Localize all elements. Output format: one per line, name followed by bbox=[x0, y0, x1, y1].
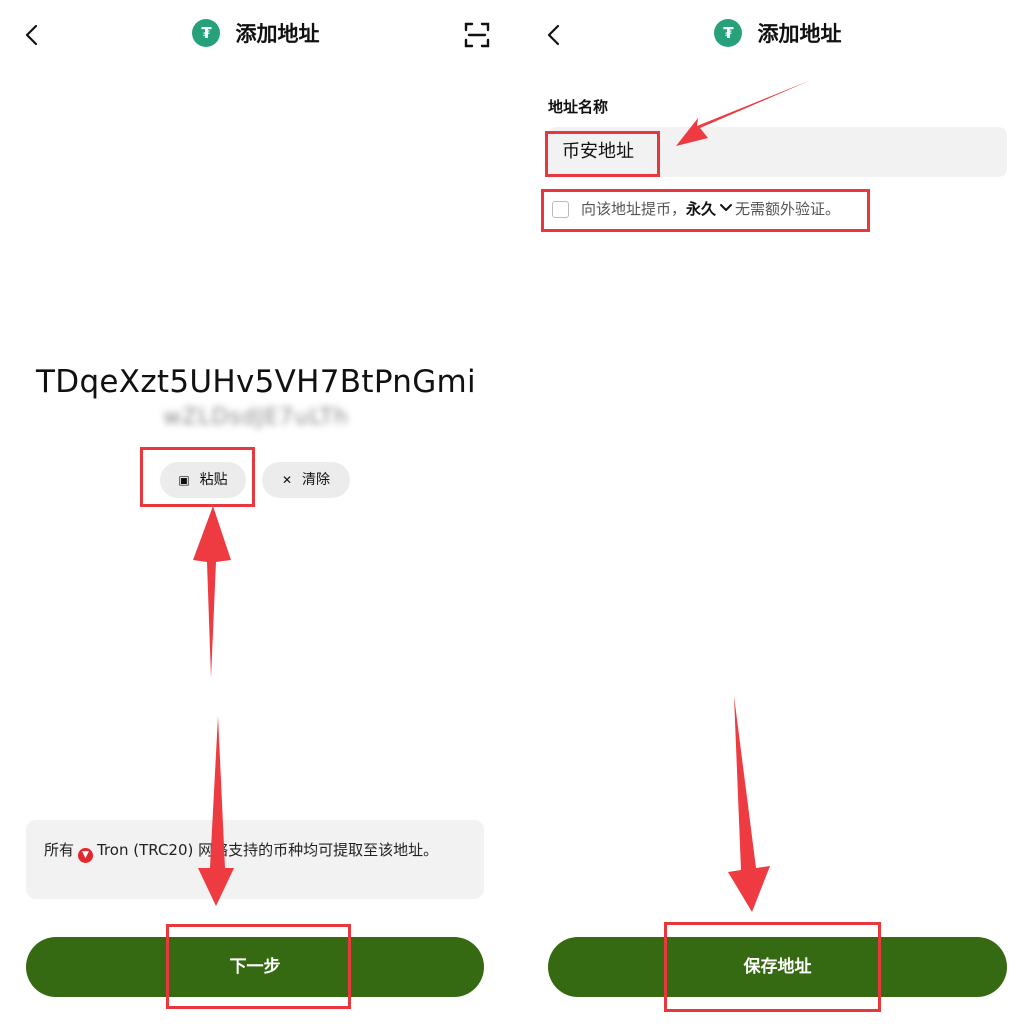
highlight-box-whitelist bbox=[541, 189, 870, 232]
usdt-icon: ₮ bbox=[192, 19, 221, 47]
header: ₮ 添加地址 bbox=[522, 0, 1034, 70]
clear-label: 清除 bbox=[302, 472, 331, 488]
close-icon: ✕ bbox=[281, 473, 293, 487]
scan-icon[interactable] bbox=[464, 22, 490, 48]
highlight-box-save bbox=[664, 922, 881, 1012]
address-name-label: 地址名称 bbox=[548, 98, 609, 116]
info-suffix: 网络支持的币种均可提取至该地址。 bbox=[198, 841, 439, 859]
address-input-value-blurred[interactable]: wZLDsdJE7uLTh bbox=[0, 405, 512, 430]
page-title: 添加地址 bbox=[757, 22, 842, 46]
network-info-box: 所有 ▼ Tron (TRC20) 网络支持的币种均可提取至该地址。 bbox=[26, 820, 484, 899]
highlight-box-paste bbox=[140, 447, 255, 507]
address-input-value[interactable]: TDqeXzt5UHv5VH7BtPnGmi bbox=[0, 364, 512, 400]
highlight-box-name bbox=[545, 131, 660, 177]
tron-icon: ▼ bbox=[78, 848, 94, 863]
info-network: Tron (TRC20) bbox=[97, 841, 194, 859]
add-address-screen-step1: ₮ 添加地址 TDqeXzt5UHv5VH7BtPnGmi wZLDsdJE7u… bbox=[0, 0, 512, 1035]
header: ₮ 添加地址 bbox=[0, 0, 512, 70]
clear-button[interactable]: ✕ 清除 bbox=[262, 462, 350, 498]
info-prefix: 所有 bbox=[44, 841, 75, 859]
highlight-box-next bbox=[166, 924, 351, 1009]
usdt-icon: ₮ bbox=[714, 19, 743, 47]
page-title: 添加地址 bbox=[235, 22, 320, 46]
